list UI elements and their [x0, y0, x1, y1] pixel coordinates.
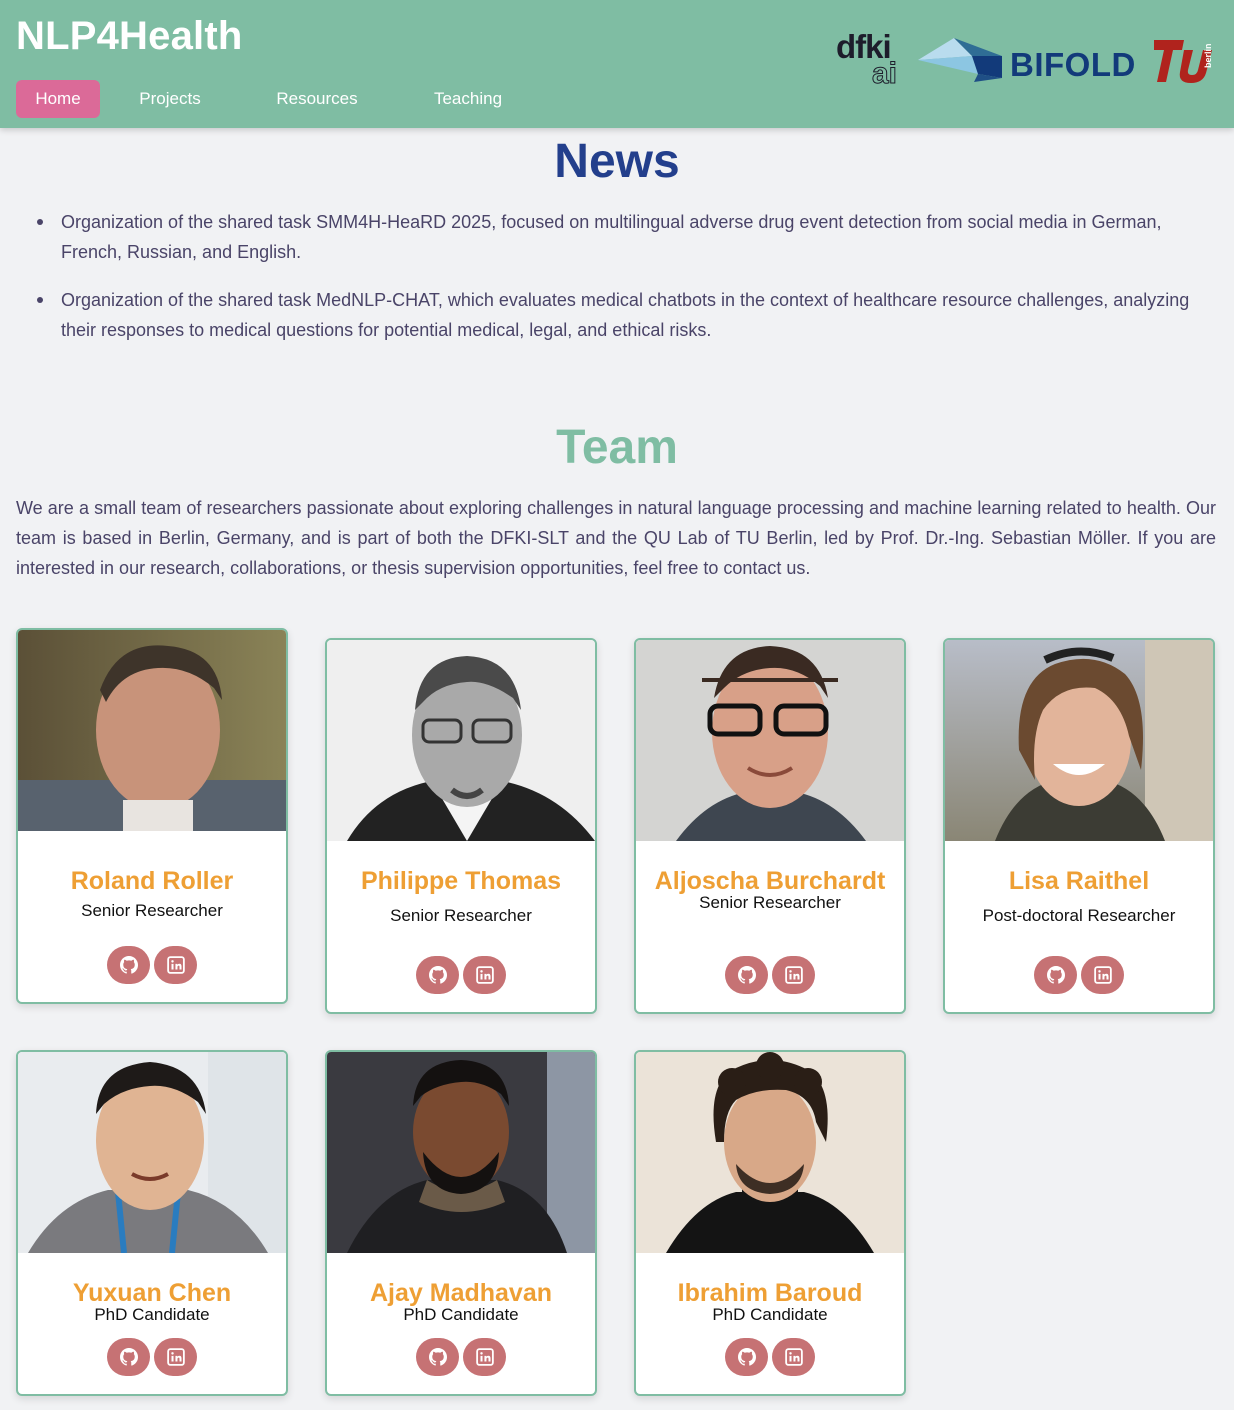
member-card: Ibrahim Baroud PhD Candidate: [634, 1050, 906, 1396]
news-item: Organization of the shared task SMM4H-He…: [36, 207, 1206, 267]
site-header: NLP4Health Home Projects Resources Teach…: [0, 0, 1234, 128]
github-button[interactable]: [107, 1338, 150, 1376]
member-role: PhD Candidate: [403, 1305, 519, 1324]
main-nav: Home Projects Resources Teaching: [16, 80, 504, 118]
member-role: PhD Candidate: [712, 1305, 828, 1324]
team-heading: Team: [556, 421, 678, 474]
linkedin-icon: [1093, 966, 1112, 984]
member-card: Aljoscha Burchardt Senior Researcher: [634, 638, 906, 1014]
linkedin-icon: [475, 966, 494, 984]
member-name: Roland Roller: [70, 867, 234, 895]
member-role: Senior Researcher: [81, 901, 223, 920]
tu-berlin-sub: berlin: [1203, 43, 1213, 68]
member-role: Post-doctoral Researcher: [982, 906, 1176, 925]
member-name: Lisa Raithel: [1008, 867, 1150, 895]
tu-berlin-mark-icon: berlin: [1154, 40, 1213, 83]
social-links: [636, 956, 904, 994]
member-card: Lisa Raithel Post-doctoral Researcher: [943, 638, 1215, 1014]
tu-berlin-logo[interactable]: berlin: [1154, 38, 1216, 84]
bifold-logo-text: BIFOLD: [1010, 46, 1136, 83]
github-icon: [737, 1348, 756, 1366]
member-card: Roland Roller Senior Researcher: [16, 628, 288, 1004]
github-icon: [119, 956, 138, 974]
linkedin-button[interactable]: [154, 1338, 197, 1376]
member-photo: [18, 1052, 286, 1253]
github-icon: [428, 966, 447, 984]
nav-teaching[interactable]: Teaching: [432, 80, 504, 118]
member-name: Philippe Thomas: [360, 867, 562, 895]
github-icon: [119, 1348, 138, 1366]
github-button[interactable]: [416, 956, 459, 994]
member-card: Ajay Madhavan PhD Candidate: [325, 1050, 597, 1396]
linkedin-button[interactable]: [154, 946, 197, 984]
social-links: [327, 956, 595, 994]
member-photo: [327, 640, 595, 841]
member-photo: [636, 1052, 904, 1253]
linkedin-icon: [475, 1348, 494, 1366]
linkedin-icon: [784, 966, 803, 984]
linkedin-button[interactable]: [772, 1338, 815, 1376]
member-photo: [636, 640, 904, 841]
nav-projects[interactable]: Projects: [138, 80, 202, 118]
linkedin-button[interactable]: [772, 956, 815, 994]
github-button[interactable]: [1034, 956, 1077, 994]
news-item: Organization of the shared task MedNLP-C…: [36, 285, 1206, 345]
member-photo: [945, 640, 1213, 841]
news-heading: News: [554, 135, 680, 188]
site-title[interactable]: NLP4Health: [16, 14, 243, 59]
linkedin-icon: [166, 956, 185, 974]
github-icon: [1046, 966, 1065, 984]
social-links: [327, 1338, 595, 1376]
bifold-mark-icon: [918, 38, 1002, 82]
linkedin-button[interactable]: [1081, 956, 1124, 994]
github-icon: [737, 966, 756, 984]
linkedin-button[interactable]: [463, 1338, 506, 1376]
linkedin-icon: [784, 1348, 803, 1366]
social-links: [18, 946, 286, 984]
github-icon: [428, 1348, 447, 1366]
social-links: [636, 1338, 904, 1376]
member-photo: [18, 630, 286, 831]
github-button[interactable]: [107, 946, 150, 984]
social-links: [945, 956, 1213, 994]
linkedin-icon: [166, 1348, 185, 1366]
team-intro: We are a small team of researchers passi…: [16, 498, 1216, 578]
news-list: Organization of the shared task SMM4H-He…: [36, 207, 1206, 363]
dfki-logo[interactable]: dfki ai: [836, 30, 906, 90]
member-card: Philippe Thomas Senior Researcher: [325, 638, 597, 1014]
social-links: [18, 1338, 286, 1376]
github-button[interactable]: [725, 956, 768, 994]
github-button[interactable]: [725, 1338, 768, 1376]
github-button[interactable]: [416, 1338, 459, 1376]
linkedin-button[interactable]: [463, 956, 506, 994]
nav-resources[interactable]: Resources: [274, 80, 360, 118]
member-role: PhD Candidate: [94, 1305, 210, 1324]
member-role: Senior Researcher: [390, 906, 532, 925]
member-card: Yuxuan Chen PhD Candidate: [16, 1050, 288, 1396]
nav-home[interactable]: Home: [16, 80, 100, 118]
bifold-logo[interactable]: BIFOLD: [916, 38, 1146, 86]
member-photo: [327, 1052, 595, 1253]
dfki-logo-ai: ai: [871, 57, 898, 90]
